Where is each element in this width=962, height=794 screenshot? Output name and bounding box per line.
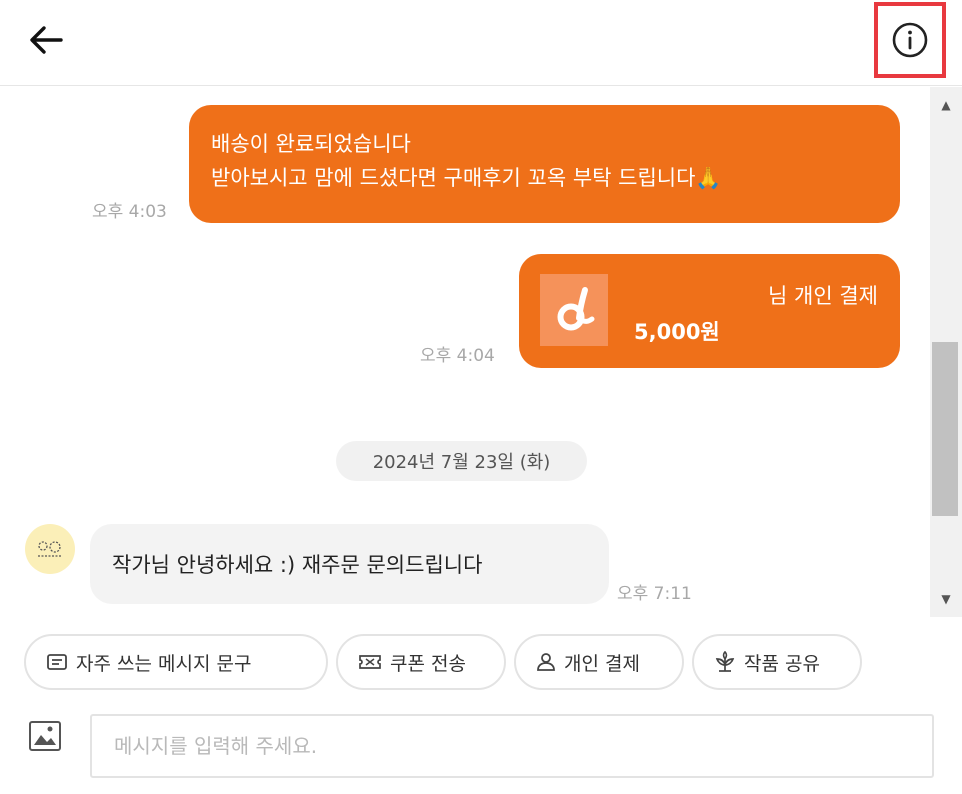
person-icon: [537, 653, 555, 671]
image-icon: [29, 721, 61, 751]
private-payment-button[interactable]: 개인 결제: [514, 634, 684, 690]
payment-title: 님 개인 결제: [768, 284, 878, 308]
chip-label: 작품 공유: [744, 652, 820, 675]
arrow-left-icon: [30, 26, 63, 54]
attach-image-button[interactable]: [27, 718, 63, 754]
share-product-button[interactable]: 작품 공유: [692, 634, 862, 690]
outgoing-message: 배송이 완료되었습니다 받아보시고 맘에 드셨다면 구매후기 꼬옥 부탁 드립니…: [189, 105, 900, 223]
message-line: 배송이 완료되었습니다: [211, 132, 411, 156]
message-line: 받아보시고 맘에 드셨다면 구매후기 꼬옥 부탁 드립니다🙏: [211, 166, 722, 190]
message-template-button[interactable]: 자주 쓰는 메시지 문구: [24, 634, 328, 690]
message-time: 오후 4:03: [92, 202, 167, 222]
chat-window: 배송이 완료되었습니다 받아보시고 맘에 드셨다면 구매후기 꼬옥 부탁 드립니…: [0, 0, 962, 794]
scroll-up-arrow-icon[interactable]: ▲: [930, 91, 962, 119]
message-list[interactable]: 배송이 완료되었습니다 받아보시고 맘에 드셨다면 구매후기 꼬옥 부탁 드립니…: [0, 87, 930, 617]
send-coupon-button[interactable]: 쿠폰 전송: [336, 634, 506, 690]
scrollbar[interactable]: ▲ ▼: [930, 87, 962, 617]
message-input[interactable]: [90, 714, 934, 778]
message-time: 오후 4:04: [420, 346, 495, 366]
info-circle-icon: [892, 22, 928, 58]
chip-label: 개인 결제: [564, 652, 640, 675]
coupon-icon: [359, 655, 381, 669]
message-template-icon: [47, 654, 67, 670]
payment-message[interactable]: 님 개인 결제 5,000원: [519, 254, 900, 368]
payment-logo-icon: [540, 274, 608, 346]
chip-label: 쿠폰 전송: [390, 652, 466, 675]
info-button[interactable]: [874, 2, 946, 78]
date-divider: 2024년 7월 23일 (화): [336, 441, 587, 481]
payment-amount: 5,000원: [634, 320, 720, 344]
chip-label: 자주 쓰는 메시지 문구: [76, 652, 252, 675]
user-avatar-icon[interactable]: [25, 524, 75, 574]
scroll-down-arrow-icon[interactable]: ▼: [930, 585, 962, 613]
quick-actions: 자주 쓰는 메시지 문구 쿠폰 전송 개인 결제 작품 공유: [0, 617, 962, 705]
incoming-message: 작가님 안녕하세요 :) 재주문 문의드립니다: [90, 524, 609, 604]
message-time: 오후 7:11: [617, 584, 692, 604]
plant-icon: [715, 651, 735, 672]
scrollbar-thumb[interactable]: [932, 342, 958, 516]
back-button[interactable]: [26, 22, 66, 58]
chat-header: [0, 0, 962, 86]
